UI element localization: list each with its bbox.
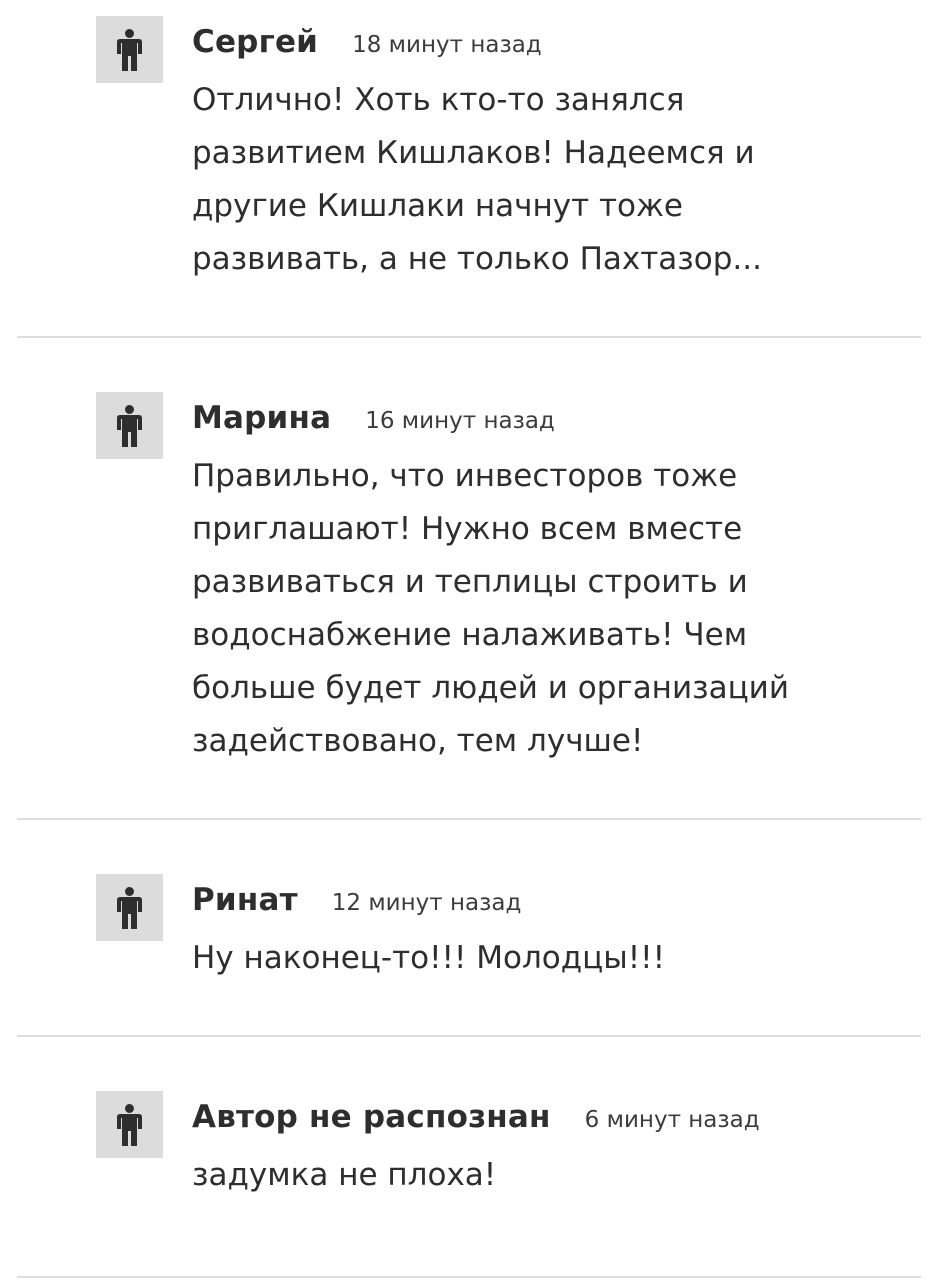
comment-time: 18 минут назад [352, 32, 542, 58]
comment-text: задумка не плоха! [192, 1157, 497, 1193]
divider [17, 1276, 921, 1278]
comment-author: Автор не распознан [192, 1099, 551, 1135]
comment-header: Марина 16 минут назад [192, 400, 555, 436]
comment-time: 16 минут назад [365, 408, 555, 434]
divider [17, 336, 921, 338]
person-icon [117, 1104, 142, 1146]
comment-author: Сергей [192, 24, 319, 60]
person-icon [117, 405, 142, 447]
divider [17, 1035, 921, 1037]
comment-text: Ну наконец-то!!! Молодцы!!! [192, 940, 666, 976]
comment-text: Правильно, что инвесторов тоже приглашаю… [192, 458, 789, 759]
comment-header: Сергей 18 минут назад [192, 24, 542, 60]
comment-text: Отлично! Хоть кто-то занялся развитием К… [192, 82, 762, 277]
comment-author: Ринат [192, 882, 298, 918]
avatar [96, 874, 163, 941]
comment-header: Автор не распознан 6 минут назад [192, 1099, 760, 1135]
divider [17, 818, 921, 820]
person-icon [117, 29, 142, 71]
comment-author: Марина [192, 400, 332, 436]
comment-header: Ринат 12 минут назад [192, 882, 521, 918]
avatar [96, 392, 163, 459]
avatar [96, 1091, 163, 1158]
avatar [96, 16, 163, 83]
comment-time: 6 минут назад [584, 1107, 760, 1133]
comment-time: 12 минут назад [331, 890, 522, 916]
person-icon [117, 887, 142, 929]
